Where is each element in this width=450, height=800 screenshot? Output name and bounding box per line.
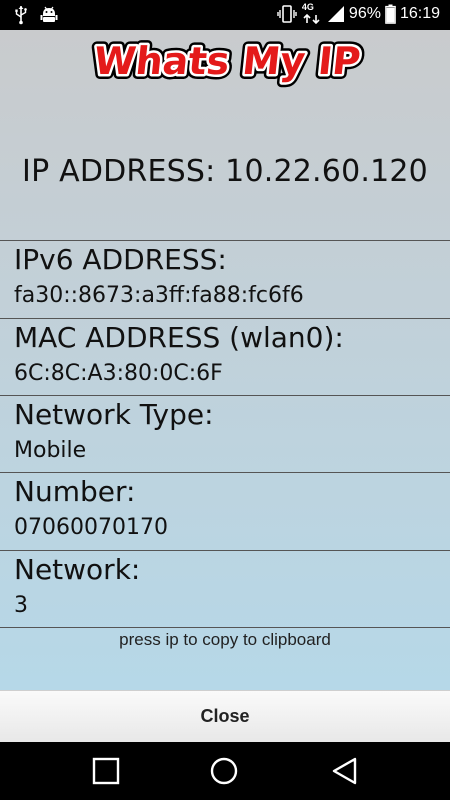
ipv6-row: IPv6 ADDRESS: fa30::8673:a3ff:fa88:fc6f6	[0, 240, 450, 317]
number-row: Number: 07060070170	[0, 472, 450, 549]
mac-address-label: MAC ADDRESS (wlan0):	[14, 321, 344, 354]
network-row: Network: 3	[0, 550, 450, 627]
network-label: Network:	[14, 553, 141, 586]
number-label: Number:	[14, 475, 136, 508]
vibrate-icon	[277, 4, 297, 24]
svg-text:Whats My IP: Whats My IP	[92, 39, 363, 83]
ip-address-value[interactable]: 10.22.60.120	[225, 154, 428, 189]
mac-address-row: MAC ADDRESS (wlan0): 6C:8C:A3:80:0C:6F	[0, 318, 450, 395]
signal-strength-icon	[327, 5, 345, 23]
network-type-value: Mobile	[14, 438, 87, 463]
network-type-row: Network Type: Mobile	[0, 395, 450, 472]
usb-icon	[14, 5, 28, 25]
overview-icon[interactable]	[91, 756, 121, 786]
ip-address-label: IP ADDRESS:	[22, 154, 216, 189]
status-bar: 4G 96% 16:19	[0, 0, 450, 30]
android-debug-icon	[40, 6, 58, 24]
clock: 16:19	[399, 5, 440, 22]
battery-icon	[385, 4, 396, 24]
divider	[0, 627, 450, 628]
main-content: Whats My IP Whats My IP Whats My IP IP A…	[0, 30, 450, 690]
back-icon[interactable]	[330, 756, 360, 786]
number-value: 07060070170	[14, 515, 168, 540]
copy-hint: press ip to copy to clipboard	[119, 630, 331, 649]
network-type-label: Network Type:	[14, 398, 214, 431]
battery-percent: 96%	[348, 5, 381, 22]
system-indicators: 4G 96% 16:19	[277, 2, 440, 24]
ipv6-value: fa30::8673:a3ff:fa88:fc6f6	[14, 283, 304, 308]
app-logo: Whats My IP Whats My IP Whats My IP	[0, 34, 450, 88]
close-button[interactable]: Close	[0, 690, 450, 742]
ip-address-display[interactable]: IP ADDRESS: 10.22.60.120	[0, 154, 450, 189]
navigation-bar	[0, 742, 450, 800]
network-badge: 4G	[301, 2, 323, 24]
mac-address-value: 6C:8C:A3:80:0C:6F	[14, 361, 223, 386]
logo-graphic: Whats My IP Whats My IP Whats My IP	[87, 34, 368, 88]
network-value: 3	[14, 593, 28, 618]
notification-icons	[14, 5, 58, 25]
ipv6-label: IPv6 ADDRESS:	[14, 243, 227, 276]
home-icon[interactable]	[209, 756, 239, 786]
app-screen: 4G 96% 16:19 Whats My IP Whats My IP Wha…	[0, 0, 450, 800]
